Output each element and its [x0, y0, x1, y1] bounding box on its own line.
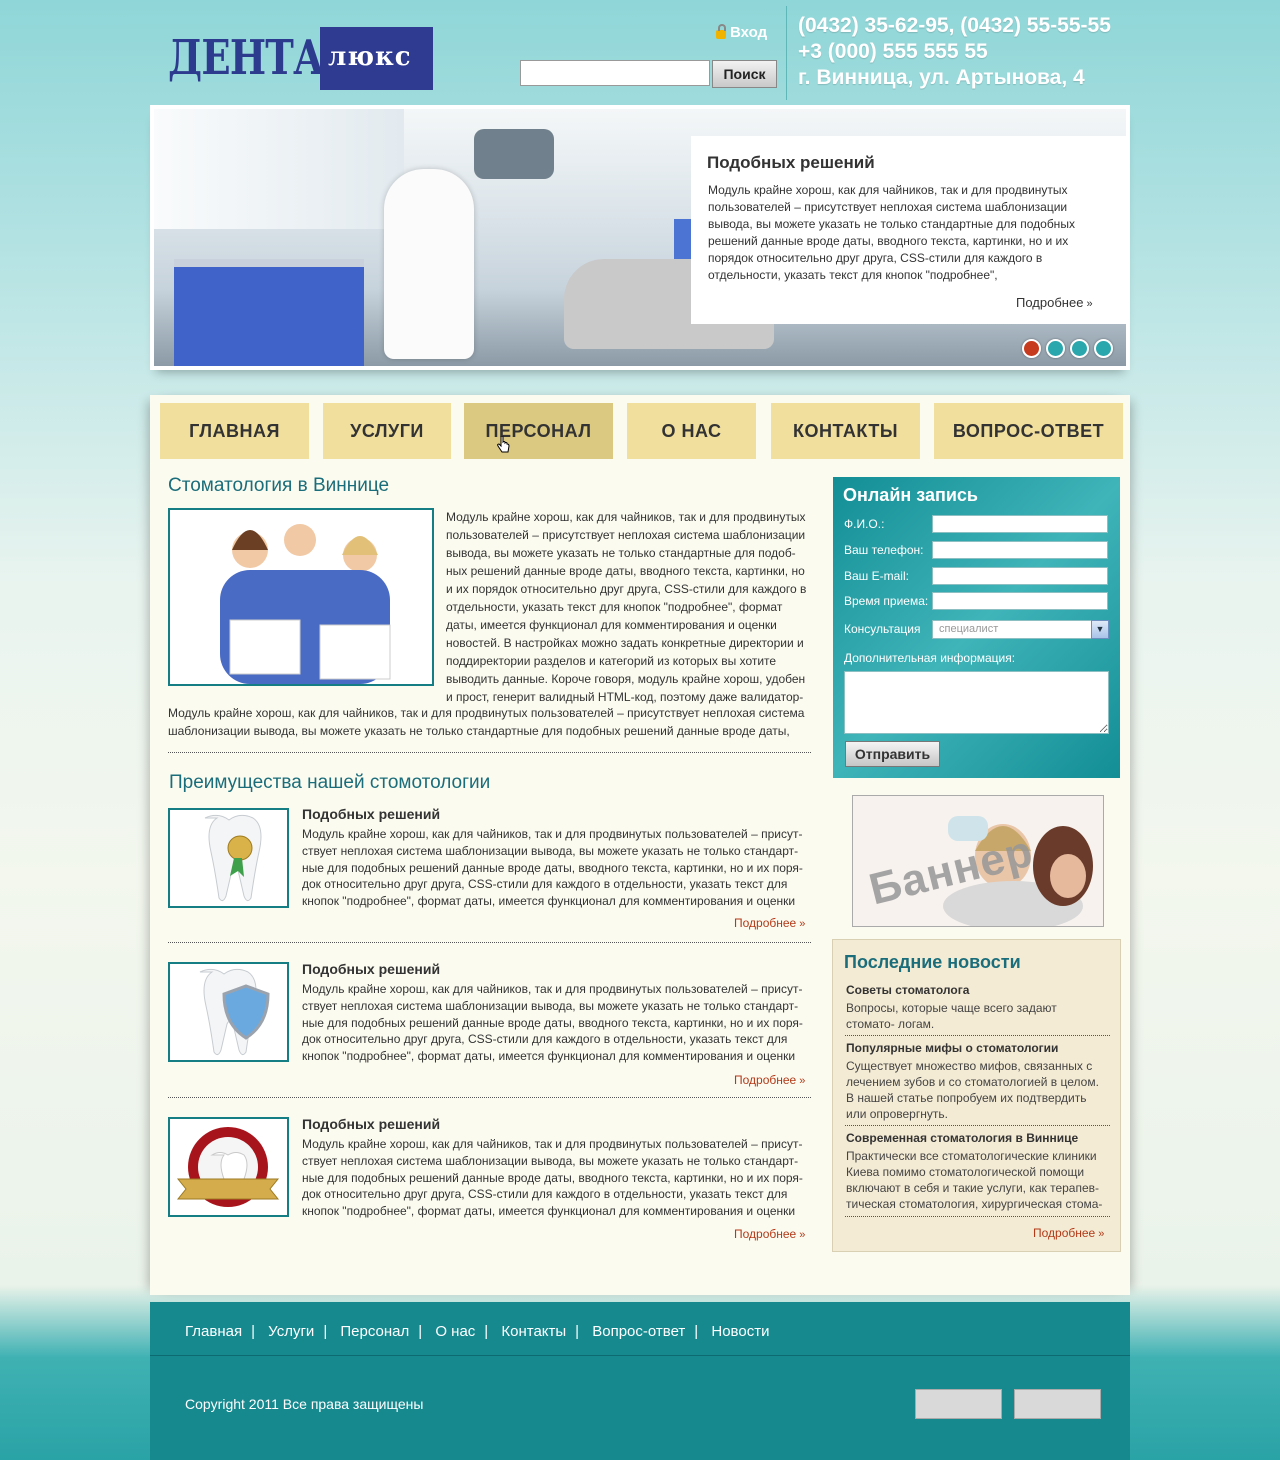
news-item-title-2[interactable]: Популярные мифы о стоматологии [846, 1041, 1058, 1055]
advantage-title-2: Подобных решений [302, 961, 441, 977]
search-button[interactable]: Поиск [712, 60, 777, 88]
news-item-text-1: Вопросы, которые чаще всего задают стома… [846, 1001, 1057, 1031]
logo[interactable]: ДЕНТАЛ люкс [168, 27, 433, 90]
slider-dot-3[interactable] [1070, 339, 1089, 358]
footer-counter-2[interactable] [1014, 1389, 1101, 1419]
consult-select[interactable]: специалист [932, 620, 1109, 639]
phone-label: Ваш телефон: [844, 543, 924, 557]
slide-text: Модуль крайне хорош, как для чайников, т… [708, 183, 1075, 282]
logo-sub-text: люкс [328, 42, 412, 72]
news-item-text-3: Практически все стоматологические клиник… [846, 1149, 1103, 1211]
email-label: Ваш E-mail: [844, 569, 909, 583]
login-link[interactable]: Вход [716, 24, 767, 41]
advantages-title: Преимущества нашей стомотологии [169, 772, 491, 793]
footer-counter-1[interactable] [915, 1389, 1002, 1419]
consult-label: Консультация [844, 622, 921, 636]
footer-link-services[interactable]: Услуги [268, 1323, 314, 1340]
intro-text: Модуль крайне хорош, как для чайников, т… [446, 510, 807, 704]
banner[interactable]: Баннер [852, 795, 1104, 927]
address-text: г. Винница, ул. Артынова, 4 [798, 66, 1085, 89]
advantage-text-3: Модуль крайне хорош, как для чайников, т… [302, 1137, 803, 1219]
slider-dot-1[interactable] [1022, 339, 1041, 358]
tooth-shield-icon [199, 968, 270, 1056]
advantage-title-1: Подобных решений [302, 806, 441, 822]
news-item-text-2: Существует множество мифов, связанных с … [846, 1059, 1099, 1121]
tooth-badge-icon [176, 1127, 280, 1207]
nav-staff[interactable]: ПЕРСОНАЛ [464, 403, 613, 459]
phones-text: (0432) 35-62-95, (0432) 55-55-55 [798, 14, 1111, 37]
chevron-down-icon[interactable]: ▼ [1091, 620, 1109, 639]
slide-more-link[interactable]: Подробнее [1016, 295, 1093, 310]
footer-link-news[interactable]: Новости [711, 1323, 769, 1340]
header-divider [786, 6, 787, 100]
slide-title: Подобных решений [707, 153, 875, 172]
submit-button[interactable]: Отправить [845, 741, 940, 767]
advantage-image-3 [168, 1117, 289, 1217]
advantage-image-1 [168, 808, 289, 908]
news-item-title-3[interactable]: Современная стоматология в Виннице [846, 1131, 1078, 1145]
footer-link-faq[interactable]: Вопрос-ответ [592, 1323, 685, 1340]
advantage-image-2 [168, 962, 289, 1062]
footer-link-staff[interactable]: Персонал [340, 1323, 409, 1340]
advantage-text-1: Модуль крайне хорош, как для чайников, т… [302, 827, 803, 909]
copyright-text: Copyright 2011 Все права защищены [185, 1396, 424, 1412]
login-label: Вход [730, 24, 768, 41]
slider-dot-4[interactable] [1094, 339, 1113, 358]
advantage-more-link-3[interactable]: Подробнее [734, 1227, 805, 1241]
nav-home[interactable]: ГЛАВНАЯ [160, 403, 309, 459]
footer-link-about[interactable]: О нас [435, 1323, 475, 1340]
news-item-title-1[interactable]: Советы стоматолога [846, 983, 969, 997]
nav-services[interactable]: УСЛУГИ [323, 403, 451, 459]
footer-divider [150, 1355, 1130, 1356]
extra-info-textarea[interactable] [844, 671, 1109, 734]
divider [845, 1216, 1110, 1217]
phone2-text: +3 (000) 555 555 55 [798, 40, 988, 63]
time-label: Время приема: [844, 594, 929, 608]
advantage-more-link-1[interactable]: Подробнее [734, 916, 805, 930]
form-title: Онлайн запись [843, 485, 978, 505]
nav-about[interactable]: О НАС [627, 403, 756, 459]
hand-cursor-icon [497, 436, 510, 453]
divider [845, 1035, 1110, 1036]
team-photo [168, 508, 434, 686]
email-field[interactable] [932, 567, 1108, 585]
footer-link-contacts[interactable]: Контакты [501, 1323, 566, 1340]
fio-field[interactable] [932, 515, 1108, 533]
divider [168, 752, 811, 753]
intro-text-continued: Модуль крайне хорош, как для чайников, т… [168, 706, 805, 738]
time-field[interactable] [932, 592, 1108, 610]
lock-icon [716, 24, 726, 39]
fio-label: Ф.И.О.: [844, 517, 885, 531]
news-title: Последние новости [844, 952, 1021, 972]
tooth-medal-icon [204, 814, 262, 902]
search-input[interactable] [520, 60, 710, 86]
nav-contacts[interactable]: КОНТАКТЫ [771, 403, 920, 459]
divider [168, 942, 811, 943]
divider [168, 1097, 811, 1098]
news-more-link[interactable]: Подробнее [1033, 1226, 1104, 1240]
footer-link-home[interactable]: Главная [185, 1323, 242, 1340]
divider [845, 1125, 1110, 1126]
advantage-more-link-2[interactable]: Подробнее [734, 1073, 805, 1087]
advantage-text-2: Модуль крайне хорош, как для чайников, т… [302, 982, 803, 1064]
footer-nav: Главная | Услуги | Персонал | О нас | Контак… [185, 1323, 770, 1340]
phone-field[interactable] [932, 541, 1108, 559]
intro-title: Стоматология в Виннице [168, 475, 390, 496]
extra-info-label: Дополнительная информация: [844, 651, 1016, 665]
nav-faq[interactable]: ВОПРОС-ОТВЕТ [934, 403, 1123, 459]
advantage-title-3: Подобных решений [302, 1116, 441, 1132]
slider-dot-2[interactable] [1046, 339, 1065, 358]
